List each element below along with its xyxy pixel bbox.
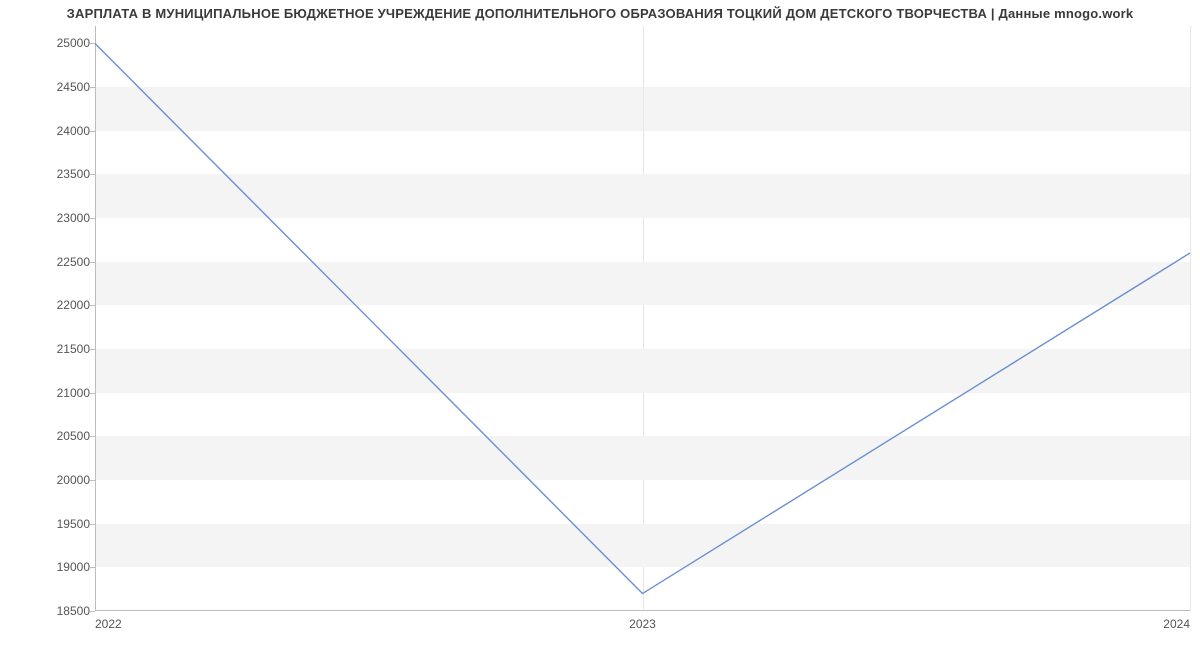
- series-line: [95, 43, 1190, 593]
- x-tick-label: 2023: [629, 617, 656, 631]
- y-tick-label: 18500: [10, 604, 90, 618]
- y-tick-mark: [90, 393, 95, 394]
- y-tick-label: 24500: [10, 80, 90, 94]
- y-tick-label: 20500: [10, 429, 90, 443]
- y-tick-mark: [90, 349, 95, 350]
- y-tick-mark: [90, 436, 95, 437]
- line-series: [95, 26, 1190, 611]
- x-tick-label: 2022: [95, 617, 122, 631]
- y-tick-mark: [90, 87, 95, 88]
- y-tick-mark: [90, 218, 95, 219]
- y-tick-mark: [90, 611, 95, 612]
- y-tick-mark: [90, 174, 95, 175]
- chart-title: ЗАРПЛАТА В МУНИЦИПАЛЬНОЕ БЮДЖЕТНОЕ УЧРЕЖ…: [0, 6, 1200, 21]
- y-tick-label: 19000: [10, 560, 90, 574]
- y-tick-label: 24000: [10, 124, 90, 138]
- y-tick-label: 19500: [10, 517, 90, 531]
- y-tick-mark: [90, 43, 95, 44]
- y-tick-label: 23500: [10, 167, 90, 181]
- x-tick-label: 2024: [1163, 617, 1190, 631]
- y-tick-mark: [90, 480, 95, 481]
- chart-container: ЗАРПЛАТА В МУНИЦИПАЛЬНОЕ БЮДЖЕТНОЕ УЧРЕЖ…: [0, 0, 1200, 650]
- y-tick-label: 23000: [10, 211, 90, 225]
- y-tick-label: 22000: [10, 298, 90, 312]
- y-tick-label: 21000: [10, 386, 90, 400]
- y-tick-label: 25000: [10, 36, 90, 50]
- y-tick-label: 22500: [10, 255, 90, 269]
- y-tick-mark: [90, 262, 95, 263]
- v-gridline: [1190, 26, 1191, 611]
- y-tick-mark: [90, 305, 95, 306]
- y-tick-mark: [90, 524, 95, 525]
- y-tick-label: 20000: [10, 473, 90, 487]
- plot-area: 202220232024: [95, 26, 1190, 611]
- y-tick-label: 21500: [10, 342, 90, 356]
- y-tick-mark: [90, 567, 95, 568]
- y-tick-mark: [90, 131, 95, 132]
